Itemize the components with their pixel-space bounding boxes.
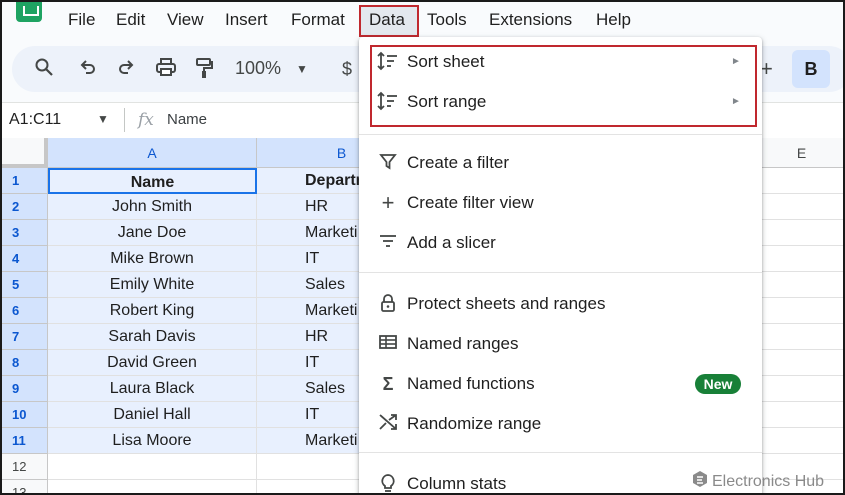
- sheets-window: File Edit View Insert Format Data Tools …: [0, 0, 845, 495]
- cell-name[interactable]: Daniel Hall: [48, 402, 257, 428]
- slicer-icon: [377, 232, 399, 254]
- row-header[interactable]: 3: [2, 220, 48, 246]
- cell-name[interactable]: David Green: [48, 350, 257, 376]
- submenu-arrow-icon: ►: [731, 56, 741, 67]
- menu-insert[interactable]: Insert: [225, 9, 268, 31]
- name-box[interactable]: A1:C11: [9, 111, 61, 129]
- row-header[interactable]: 10: [2, 402, 48, 428]
- cell-name[interactable]: Mike Brown: [48, 246, 257, 272]
- search-icon[interactable]: [34, 57, 54, 81]
- gridline: [757, 427, 843, 428]
- table-icon: [377, 333, 399, 355]
- sort-icon: [377, 91, 399, 113]
- menu-label-create-filter-view: Create filter view: [407, 193, 534, 212]
- shuffle-icon: [377, 413, 399, 435]
- bulb-icon: [377, 473, 399, 493]
- menu-label-protect-sheets: Protect sheets and ranges: [407, 294, 606, 313]
- lock-icon: [377, 293, 399, 315]
- watermark: Electronics Hub: [692, 470, 824, 493]
- paint-format-icon[interactable]: [194, 57, 214, 81]
- row-header[interactable]: 5: [2, 272, 48, 298]
- plus-icon: +: [381, 190, 395, 215]
- menu-label-randomize-range: Randomize range: [407, 414, 542, 433]
- cell-name[interactable]: Emily White: [48, 272, 257, 298]
- menu-help[interactable]: Help: [596, 9, 631, 31]
- gridline: [757, 401, 843, 402]
- menu-label-column-stats: Column stats: [407, 474, 507, 493]
- menu-data[interactable]: Data: [369, 9, 405, 31]
- gridline: [757, 271, 843, 272]
- row-header[interactable]: 12: [2, 454, 48, 480]
- row-header[interactable]: 1: [2, 168, 48, 194]
- menu-file[interactable]: File: [68, 9, 95, 31]
- gridline: [757, 245, 843, 246]
- menu-separator: [359, 134, 762, 135]
- formula-input[interactable]: Name: [167, 111, 207, 128]
- watermark-text: Electronics Hub: [712, 472, 825, 490]
- submenu-arrow-icon: ►: [731, 96, 741, 107]
- cell-name[interactable]: Sarah Davis: [48, 324, 257, 350]
- row-header[interactable]: 6: [2, 298, 48, 324]
- row-header[interactable]: 8: [2, 350, 48, 376]
- cell-name[interactable]: Jane Doe: [48, 220, 257, 246]
- row-header[interactable]: 4: [2, 246, 48, 272]
- sigma-icon: Σ: [382, 374, 394, 394]
- cell-name[interactable]: Robert King: [48, 298, 257, 324]
- fx-icon: fx: [138, 110, 154, 130]
- menu-label-named-ranges: Named ranges: [407, 334, 519, 353]
- currency-format-button[interactable]: $: [342, 57, 352, 81]
- cell-name[interactable]: Lisa Moore: [48, 428, 257, 454]
- gridline: [757, 193, 843, 194]
- cell-name[interactable]: [48, 480, 257, 493]
- menu-label-create-filter: Create a filter: [407, 153, 510, 172]
- row-header[interactable]: 13: [2, 480, 48, 493]
- row-header[interactable]: 7: [2, 324, 48, 350]
- new-badge: New: [695, 374, 741, 394]
- row-header[interactable]: 9: [2, 376, 48, 402]
- menu-view[interactable]: View: [167, 9, 204, 31]
- watermark-logo-icon: [692, 470, 708, 493]
- column-header-e[interactable]: E: [757, 138, 843, 168]
- bold-button[interactable]: B: [792, 50, 830, 88]
- menu-label-add-slicer: Add a slicer: [407, 233, 496, 252]
- sheets-logo-icon[interactable]: [16, 2, 42, 22]
- row-header[interactable]: 11: [2, 428, 48, 454]
- cell-name[interactable]: [48, 454, 257, 480]
- menu-label-named-functions: Named functions: [407, 374, 535, 393]
- menu-extensions[interactable]: Extensions: [489, 9, 572, 31]
- menu-label-sort-range: Sort range: [407, 92, 487, 111]
- column-header-a[interactable]: A: [48, 138, 257, 168]
- row-header[interactable]: 2: [2, 194, 48, 220]
- zoom-dropdown-icon[interactable]: ▼: [296, 57, 308, 81]
- cell-name[interactable]: John Smith: [48, 194, 257, 220]
- gridline: [757, 453, 843, 454]
- menu-tools[interactable]: Tools: [427, 9, 467, 31]
- column-e-cells: [757, 168, 843, 493]
- name-box-dropdown-icon[interactable]: ▼: [97, 112, 109, 126]
- gridline: [757, 323, 843, 324]
- menu-edit[interactable]: Edit: [116, 9, 145, 31]
- gridline: [757, 349, 843, 350]
- gridline: [757, 375, 843, 376]
- menu-format[interactable]: Format: [291, 9, 345, 31]
- menu-separator: [359, 272, 762, 273]
- zoom-select[interactable]: 100%: [235, 58, 281, 79]
- gridline: [757, 219, 843, 220]
- cell-name[interactable]: Laura Black: [48, 376, 257, 402]
- header-cell-name[interactable]: Name: [48, 168, 257, 194]
- sort-icon: [377, 51, 399, 73]
- undo-icon[interactable]: [78, 57, 98, 81]
- menu-label-sort-sheet: Sort sheet: [407, 52, 485, 71]
- filter-icon: [377, 152, 399, 174]
- print-icon[interactable]: [155, 57, 177, 81]
- select-all-corner[interactable]: [2, 138, 48, 168]
- formula-divider: [124, 108, 125, 132]
- gridline: [757, 297, 843, 298]
- menu-separator: [359, 452, 762, 453]
- redo-icon[interactable]: [116, 57, 136, 81]
